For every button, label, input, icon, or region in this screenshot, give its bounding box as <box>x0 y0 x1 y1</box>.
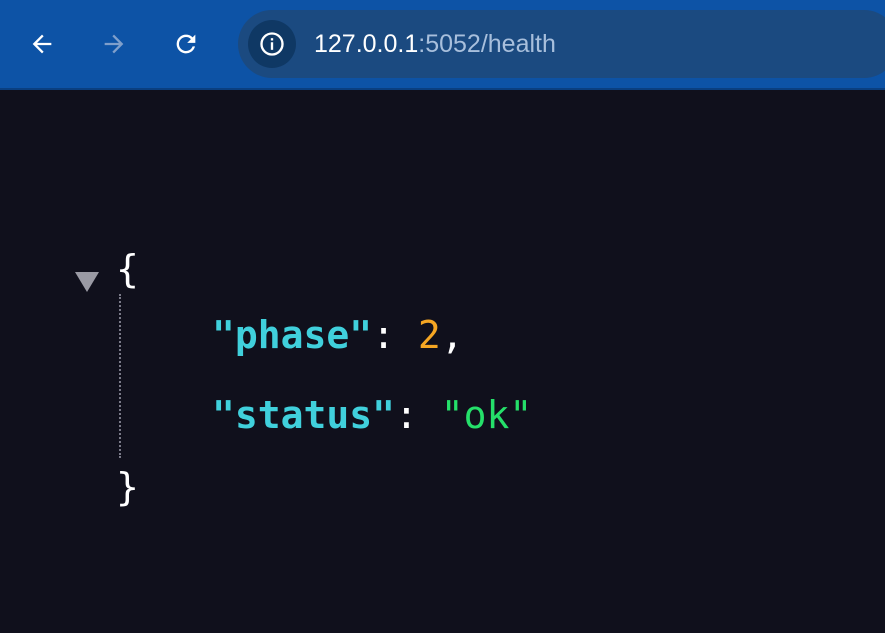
url-path: :5052/health <box>418 30 556 58</box>
json-key: "status" <box>212 393 396 437</box>
back-arrow-icon <box>32 34 52 54</box>
json-colon: : <box>395 393 441 437</box>
back-button[interactable] <box>24 26 60 62</box>
json-string-value: "ok" <box>440 393 533 437</box>
url-host: 127.0.0.1 <box>314 30 419 58</box>
json-comma: , <box>440 313 464 357</box>
json-colon: : <box>372 313 418 357</box>
json-viewer: { "phase": 2, "status": "ok" } <box>0 92 885 633</box>
url-text[interactable]: 127.0.0.1:5052/health <box>314 29 556 59</box>
json-key: "phase" <box>212 313 373 357</box>
address-bar[interactable]: 127.0.0.1:5052/health <box>238 10 885 78</box>
json-number-value: 2 <box>417 313 441 357</box>
collapse-toggle[interactable] <box>74 258 100 292</box>
close-brace: } <box>116 465 139 509</box>
reload-icon <box>176 34 196 54</box>
indent-guide <box>119 294 121 458</box>
forward-button[interactable] <box>96 26 132 62</box>
site-info-button[interactable] <box>248 20 296 68</box>
browser-toolbar: 127.0.0.1:5052/health <box>0 0 885 90</box>
info-icon <box>260 32 284 56</box>
forward-arrow-icon <box>104 34 124 54</box>
json-entry-phase: "phase": 2, <box>212 310 464 360</box>
triangle-down-icon <box>75 272 99 292</box>
open-brace: { <box>116 247 139 291</box>
json-entry-status: "status": "ok" <box>212 390 532 440</box>
reload-button[interactable] <box>168 26 204 62</box>
